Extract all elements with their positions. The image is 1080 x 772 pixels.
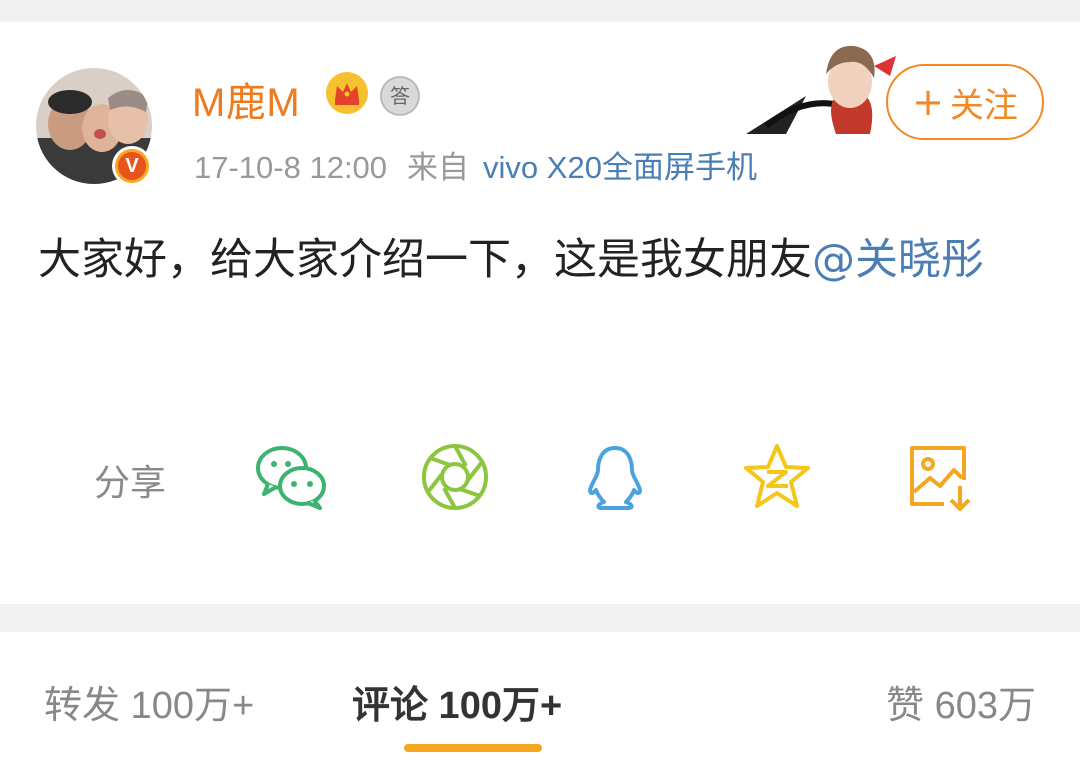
mention-link[interactable]: @关晓彤 — [812, 235, 984, 285]
section-divider — [0, 604, 1080, 632]
tab-like[interactable]: 赞 603万 — [886, 674, 1036, 729]
wechat-icon[interactable] — [254, 440, 328, 514]
qzone-icon[interactable] — [740, 440, 814, 514]
save-image-icon[interactable] — [904, 440, 978, 514]
plus-icon: + — [912, 80, 944, 124]
device-link[interactable]: vivo X20全面屏手机 — [483, 150, 757, 185]
follow-label: 关注 — [949, 85, 1018, 126]
post-meta: 17-10-8 12:00 来自 vivo X20全面屏手机 — [194, 142, 757, 187]
post-time: 17-10-8 12:00 — [194, 150, 388, 185]
verified-badge-icon: V — [112, 146, 152, 186]
follow-button[interactable]: + 关注 — [886, 64, 1044, 140]
share-label: 分享 — [94, 463, 167, 504]
moments-icon[interactable] — [418, 440, 492, 514]
post-text: 大家好，给大家介绍一下，这是我女朋友@关晓彤 — [38, 224, 1038, 297]
qq-icon[interactable] — [578, 440, 652, 514]
crown-badge-icon[interactable] — [326, 72, 368, 114]
username[interactable]: M鹿M — [192, 70, 300, 128]
post-body: 大家好，给大家介绍一下，这是我女朋友 — [38, 235, 812, 285]
medal-badge-icon[interactable]: 答 — [380, 76, 420, 116]
source-prefix: 来自 — [407, 150, 470, 185]
tab-repost[interactable]: 转发 100万+ — [44, 674, 254, 729]
tab-comment[interactable]: 评论 100万+ — [352, 674, 562, 729]
active-tab-indicator — [404, 744, 542, 752]
top-strip — [0, 0, 1080, 23]
